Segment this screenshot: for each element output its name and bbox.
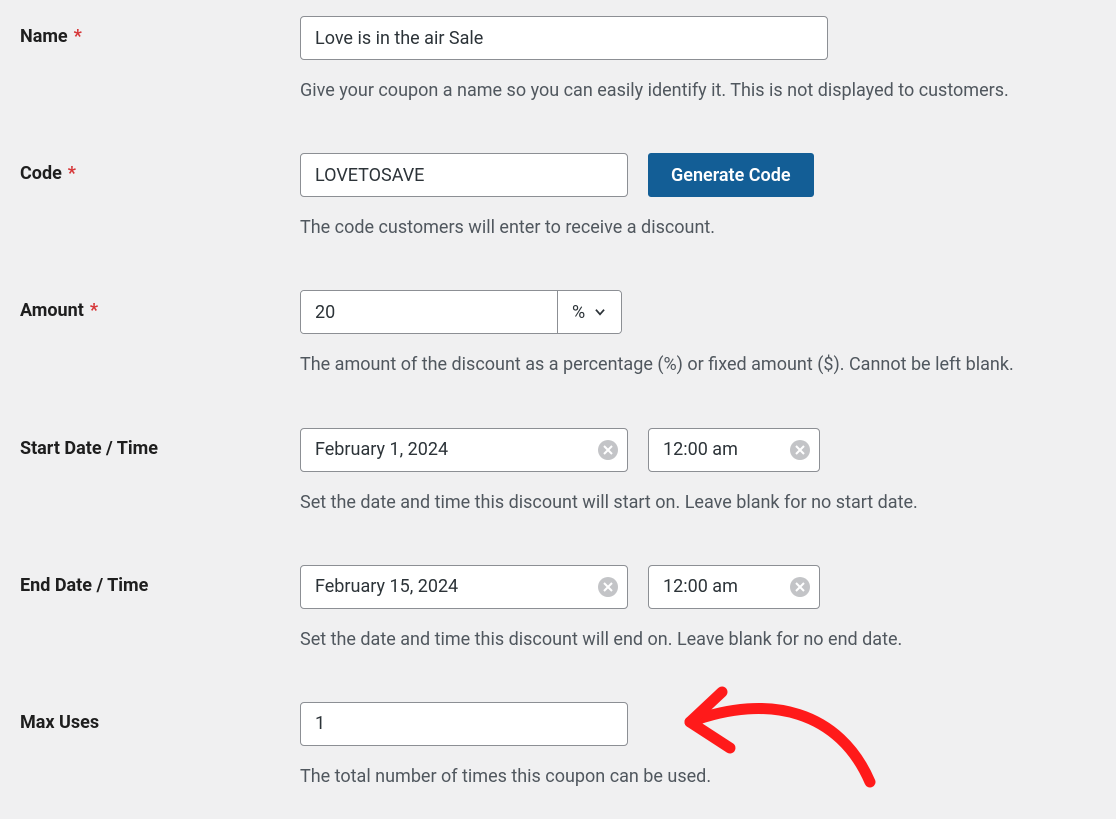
label-code: Code *	[20, 153, 300, 184]
label-start: Start Date / Time	[20, 428, 300, 459]
help-amount: The amount of the discount as a percenta…	[300, 352, 1096, 377]
field-name: Give your coupon a name so you can easil…	[300, 16, 1096, 103]
start-time-wrap	[648, 428, 820, 472]
close-icon	[603, 445, 613, 455]
clear-end-date-button[interactable]	[598, 577, 618, 597]
row-start: Start Date / Time Set the date and time …	[20, 428, 1096, 515]
close-icon	[603, 582, 613, 592]
help-end: Set the date and time this discount will…	[300, 627, 1096, 652]
end-date-wrap	[300, 565, 628, 609]
row-amount: Amount * % The amount of the discount as …	[20, 290, 1096, 377]
label-name: Name *	[20, 16, 300, 47]
field-max-uses: The total number of times this coupon ca…	[300, 702, 1096, 789]
help-name: Give your coupon a name so you can easil…	[300, 78, 1096, 103]
chevron-down-icon	[593, 305, 607, 319]
coupon-form: Name * Give your coupon a name so you can…	[0, 0, 1116, 819]
field-amount: % The amount of the discount as a percen…	[300, 290, 1096, 377]
generate-code-button[interactable]: Generate Code	[648, 153, 814, 197]
label-end: End Date / Time	[20, 565, 300, 596]
help-start: Set the date and time this discount will…	[300, 490, 1096, 515]
label-name-text: Name	[20, 26, 68, 47]
amount-type-select[interactable]: %	[557, 291, 621, 333]
required-asterisk: *	[90, 300, 98, 321]
start-date-input[interactable]	[300, 428, 628, 472]
code-input[interactable]	[300, 153, 628, 197]
amount-input[interactable]	[301, 291, 557, 333]
help-max-uses: The total number of times this coupon ca…	[300, 764, 1096, 789]
label-max-uses: Max Uses	[20, 702, 300, 733]
clear-end-time-button[interactable]	[790, 577, 810, 597]
clear-start-time-button[interactable]	[790, 440, 810, 460]
row-code: Code * Generate Code The code customers w…	[20, 153, 1096, 240]
label-code-text: Code	[20, 163, 62, 184]
label-end-text: End Date / Time	[20, 575, 148, 596]
required-asterisk: *	[68, 163, 76, 184]
clear-start-date-button[interactable]	[598, 440, 618, 460]
label-max-uses-text: Max Uses	[20, 712, 99, 733]
name-input[interactable]	[300, 16, 828, 60]
field-start: Set the date and time this discount will…	[300, 428, 1096, 515]
row-max-uses: Max Uses The total number of times this …	[20, 702, 1096, 789]
amount-type-symbol: %	[572, 302, 585, 323]
close-icon	[795, 445, 805, 455]
row-name: Name * Give your coupon a name so you can…	[20, 16, 1096, 103]
max-uses-input[interactable]	[300, 702, 628, 746]
label-amount: Amount *	[20, 290, 300, 321]
field-end: Set the date and time this discount will…	[300, 565, 1096, 652]
label-amount-text: Amount	[20, 300, 84, 321]
end-date-input[interactable]	[300, 565, 628, 609]
end-time-wrap	[648, 565, 820, 609]
help-code: The code customers will enter to receive…	[300, 215, 1096, 240]
close-icon	[795, 582, 805, 592]
required-asterisk: *	[74, 26, 82, 47]
amount-group: %	[300, 290, 622, 334]
field-code: Generate Code The code customers will en…	[300, 153, 1096, 240]
row-end: End Date / Time Set the date and time th…	[20, 565, 1096, 652]
label-start-text: Start Date / Time	[20, 438, 158, 459]
start-date-wrap	[300, 428, 628, 472]
